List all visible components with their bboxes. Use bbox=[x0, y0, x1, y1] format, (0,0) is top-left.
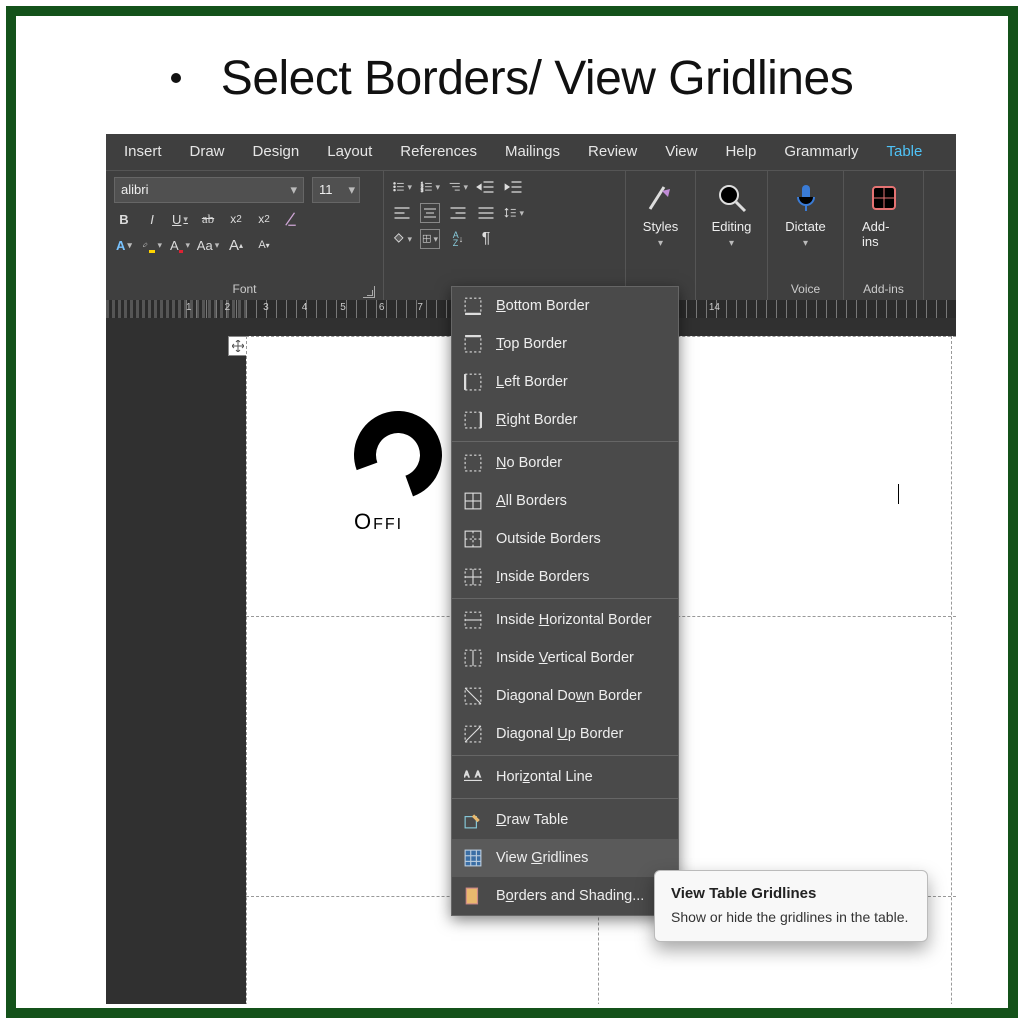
highlight-button[interactable]: ▾ bbox=[142, 235, 162, 255]
tab-help[interactable]: Help bbox=[711, 134, 770, 170]
table-move-handle[interactable] bbox=[228, 336, 248, 356]
font-name-select[interactable]: alibri bbox=[114, 177, 304, 203]
font-size-select[interactable]: 11 bbox=[312, 177, 360, 203]
line-spacing-button[interactable]: ▾ bbox=[504, 203, 524, 223]
ribbon-tabs: Insert Draw Design Layout References Mai… bbox=[106, 134, 956, 170]
superscript-button[interactable]: x2 bbox=[254, 209, 274, 229]
svg-text:A: A bbox=[475, 770, 481, 779]
slide-frame: Select Borders/ View Gridlines Insert Dr… bbox=[6, 6, 1018, 1018]
menu-inside-horizontal-border[interactable]: Inside Horizontal Border bbox=[452, 601, 678, 639]
clear-formatting-button[interactable] bbox=[282, 209, 302, 229]
borders-dropdown-menu: Bottom Border Top Border Left Border Rig… bbox=[451, 286, 679, 916]
menu-outside-borders[interactable]: Outside Borders bbox=[452, 520, 678, 558]
menu-horizontal-line[interactable]: AAHorizontal Line bbox=[452, 758, 678, 796]
group-font-label: Font bbox=[114, 280, 375, 298]
dictate-label: Dictate bbox=[785, 219, 825, 234]
tab-mailings[interactable]: Mailings bbox=[491, 134, 574, 170]
tab-table-design[interactable]: Table bbox=[873, 134, 937, 170]
menu-diagonal-up-border[interactable]: Diagonal Up Border bbox=[452, 715, 678, 753]
menu-no-border[interactable]: No Border bbox=[452, 444, 678, 482]
font-size-value: 11 bbox=[319, 182, 333, 197]
menu-diagonal-down-border[interactable]: Diagonal Down Border bbox=[452, 677, 678, 715]
align-center-button[interactable] bbox=[420, 203, 440, 223]
bold-button[interactable]: B bbox=[114, 209, 134, 229]
change-case-button[interactable]: Aa▾ bbox=[198, 235, 218, 255]
tooltip-body: Show or hide the gridlines in the table. bbox=[671, 908, 911, 927]
subscript-button[interactable]: x2 bbox=[226, 209, 246, 229]
justify-button[interactable] bbox=[476, 203, 496, 223]
group-addins: Add-ins Add-ins bbox=[844, 171, 924, 300]
tab-view[interactable]: View bbox=[651, 134, 711, 170]
align-left-button[interactable] bbox=[392, 203, 412, 223]
italic-button[interactable]: I bbox=[142, 209, 162, 229]
svg-text:A: A bbox=[464, 770, 470, 779]
tab-insert[interactable]: Insert bbox=[110, 134, 176, 170]
multilevel-list-button[interactable]: ▾ bbox=[448, 177, 468, 197]
shrink-font-button[interactable]: A▾ bbox=[254, 235, 274, 255]
group-voice: Dictate ▾ Voice bbox=[768, 171, 844, 300]
tab-design[interactable]: Design bbox=[239, 134, 314, 170]
addins-button[interactable]: Add-ins bbox=[852, 177, 915, 253]
tooltip-view-gridlines: View Table Gridlines Show or hide the gr… bbox=[654, 870, 928, 942]
group-editing: Editing ▾ bbox=[696, 171, 768, 300]
group-font: alibri 11 B I U▾ ab x2 x2 bbox=[106, 171, 384, 300]
menu-left-border[interactable]: Left Border bbox=[452, 363, 678, 401]
underline-button[interactable]: U▾ bbox=[170, 209, 190, 229]
menu-right-border[interactable]: Right Border bbox=[452, 401, 678, 439]
font-color-button[interactable]: A▾ bbox=[170, 235, 190, 255]
group-voice-label: Voice bbox=[776, 280, 835, 298]
svg-text:3: 3 bbox=[421, 188, 424, 193]
menu-view-gridlines[interactable]: View Gridlines bbox=[452, 839, 678, 877]
show-marks-button[interactable]: ¶ bbox=[476, 229, 496, 249]
tab-draw[interactable]: Draw bbox=[176, 134, 239, 170]
grow-font-button[interactable]: A▴ bbox=[226, 235, 246, 255]
tooltip-title: View Table Gridlines bbox=[671, 885, 911, 902]
tab-review[interactable]: Review bbox=[574, 134, 651, 170]
font-dialog-launcher[interactable] bbox=[363, 286, 375, 298]
styles-label: Styles bbox=[643, 219, 678, 234]
menu-inside-vertical-border[interactable]: Inside Vertical Border bbox=[452, 639, 678, 677]
bullet-icon bbox=[171, 73, 181, 83]
sort-button[interactable]: AZ↓ bbox=[448, 229, 468, 249]
borders-split-button[interactable]: ▾ bbox=[420, 229, 440, 249]
word-window: Insert Draw Design Layout References Mai… bbox=[106, 134, 956, 1004]
font-name-value: alibri bbox=[121, 182, 148, 197]
styles-button[interactable]: Styles ▾ bbox=[634, 177, 687, 253]
menu-draw-table[interactable]: Draw Table bbox=[452, 801, 678, 839]
logo-placeholder: OFFI bbox=[354, 411, 442, 535]
logo-ring-icon bbox=[340, 397, 457, 514]
shading-button[interactable]: ▾ bbox=[392, 229, 412, 249]
group-addins-label: Add-ins bbox=[852, 280, 915, 298]
slide-heading: Select Borders/ View Gridlines bbox=[16, 48, 1008, 106]
bullets-button[interactable]: ▾ bbox=[392, 177, 412, 197]
group-styles: Styles ▾ bbox=[626, 171, 696, 300]
ribbon: alibri 11 B I U▾ ab x2 x2 bbox=[106, 170, 956, 300]
text-effects-button[interactable]: A▾ bbox=[114, 235, 134, 255]
decrease-indent-button[interactable] bbox=[476, 177, 496, 197]
editing-button[interactable]: Editing ▾ bbox=[704, 177, 759, 253]
editing-label: Editing bbox=[712, 219, 752, 234]
tab-grammarly[interactable]: Grammarly bbox=[770, 134, 872, 170]
group-paragraph: ▾ 123▾ ▾ ▾ ▾ ▾ bbox=[384, 171, 626, 300]
menu-inside-borders[interactable]: Inside Borders bbox=[452, 558, 678, 596]
menu-bottom-border[interactable]: Bottom Border bbox=[452, 287, 678, 325]
align-right-button[interactable] bbox=[448, 203, 468, 223]
addins-label: Add-ins bbox=[862, 219, 905, 249]
tab-references[interactable]: References bbox=[386, 134, 491, 170]
menu-top-border[interactable]: Top Border bbox=[452, 325, 678, 363]
numbering-button[interactable]: 123▾ bbox=[420, 177, 440, 197]
strikethrough-button[interactable]: ab bbox=[198, 209, 218, 229]
menu-borders-and-shading[interactable]: Borders and Shading... bbox=[452, 877, 678, 915]
increase-indent-button[interactable] bbox=[504, 177, 524, 197]
tab-layout[interactable]: Layout bbox=[313, 134, 386, 170]
menu-all-borders[interactable]: All Borders bbox=[452, 482, 678, 520]
heading-text: Select Borders/ View Gridlines bbox=[221, 52, 853, 105]
dictate-button[interactable]: Dictate ▾ bbox=[776, 177, 835, 253]
text-cursor bbox=[898, 484, 899, 504]
